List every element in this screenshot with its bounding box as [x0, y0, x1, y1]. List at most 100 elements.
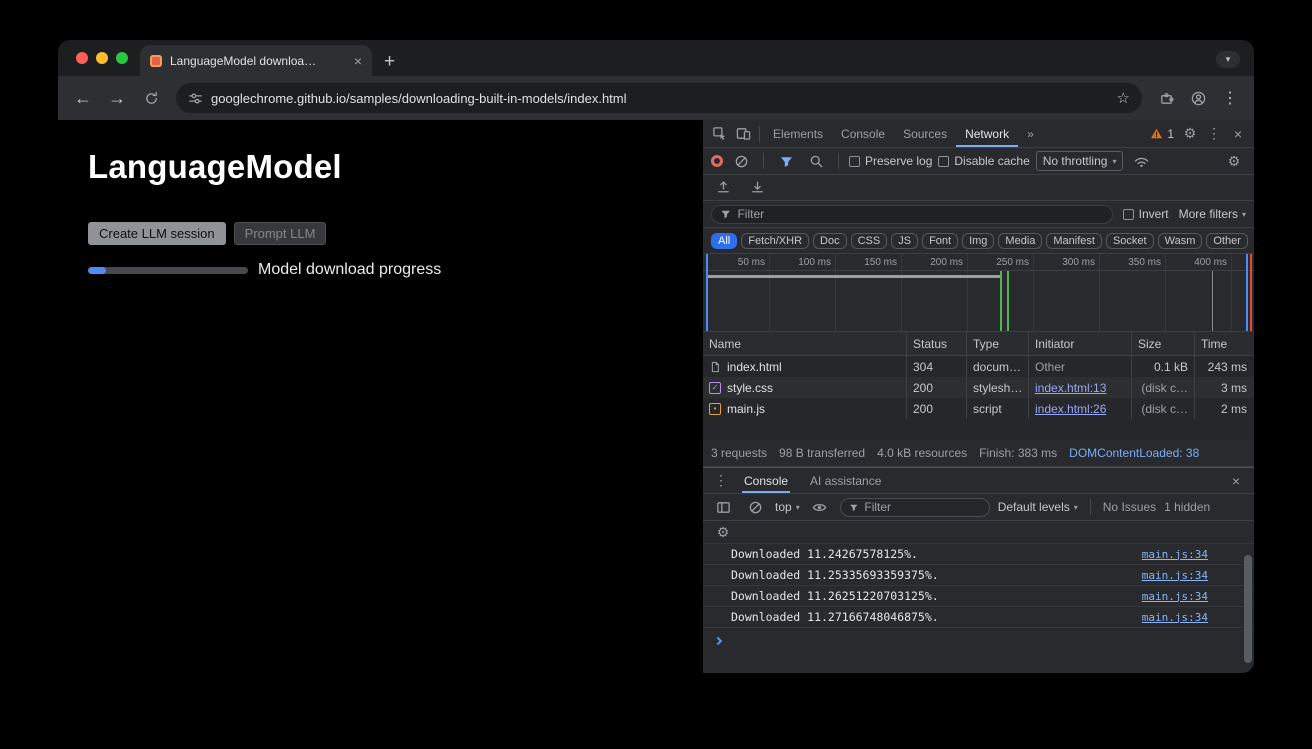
- log-levels-dropdown[interactable]: Default levels ▾: [998, 500, 1078, 514]
- console-filter-wrap[interactable]: [840, 498, 990, 517]
- timeline-cursor: [1212, 271, 1213, 331]
- table-row[interactable]: ✓ style.css 200 stylesh… index.html:13 (…: [703, 377, 1254, 398]
- column-time[interactable]: Time: [1195, 332, 1253, 355]
- message-source-link[interactable]: main.js:34: [1142, 590, 1208, 603]
- export-har-button[interactable]: [745, 176, 769, 200]
- drawer-menu-button[interactable]: ⋮: [709, 469, 733, 493]
- tab-sources[interactable]: Sources: [894, 120, 956, 147]
- console-settings-button[interactable]: ⚙: [711, 520, 735, 544]
- request-initiator-link[interactable]: index.html:26: [1035, 402, 1106, 416]
- preserve-log-checkbox[interactable]: Preserve log: [849, 154, 932, 168]
- new-tab-button[interactable]: +: [384, 52, 395, 71]
- chip-js[interactable]: JS: [891, 233, 918, 249]
- divider: [759, 126, 760, 142]
- browser-menu-button[interactable]: ⋮: [1216, 84, 1244, 112]
- console-filter-input[interactable]: [864, 500, 980, 514]
- drawer-close-button[interactable]: ×: [1224, 469, 1248, 493]
- chip-all[interactable]: All: [711, 233, 737, 249]
- browser-tab[interactable]: LanguageModel downloadpro ×: [140, 45, 372, 76]
- chip-media[interactable]: Media: [998, 233, 1042, 249]
- filter-toggle-button[interactable]: [774, 149, 798, 173]
- table-row[interactable]: • main.js 200 script index.html:26 (disk…: [703, 398, 1254, 419]
- network-overview-timeline[interactable]: 50 ms 100 ms 150 ms 200 ms 250 ms 300 ms…: [703, 254, 1254, 332]
- console-prompt[interactable]: [703, 628, 1254, 654]
- chip-doc[interactable]: Doc: [813, 233, 847, 249]
- tab-close-icon[interactable]: ×: [354, 54, 362, 68]
- dcl-time[interactable]: DOMContentLoaded: 38: [1069, 446, 1199, 460]
- console-message: Downloaded 11.24267578125%. main.js:34: [703, 544, 1254, 565]
- extensions-button[interactable]: [1152, 84, 1180, 112]
- devtools-close-button[interactable]: ×: [1226, 122, 1250, 146]
- console-sidebar-button[interactable]: [711, 495, 735, 519]
- chip-socket[interactable]: Socket: [1106, 233, 1154, 249]
- message-source-link[interactable]: main.js:34: [1142, 611, 1208, 624]
- network-filter-input-wrap[interactable]: [711, 205, 1113, 224]
- inspect-element-button[interactable]: [707, 122, 731, 146]
- back-button[interactable]: ←: [68, 83, 98, 113]
- request-name: main.js: [727, 402, 765, 416]
- console-scrollbar[interactable]: [1244, 555, 1252, 663]
- chip-css[interactable]: CSS: [851, 233, 888, 249]
- table-row[interactable]: index.html 304 docum… Other 0.1 kB 243 m…: [703, 356, 1254, 377]
- chip-other[interactable]: Other: [1206, 233, 1248, 249]
- device-toolbar-button[interactable]: [731, 122, 755, 146]
- more-filters-dropdown[interactable]: More filters ▾: [1179, 207, 1246, 221]
- disable-cache-label: Disable cache: [954, 154, 1029, 168]
- disable-cache-checkbox[interactable]: Disable cache: [938, 154, 1029, 168]
- tab-console[interactable]: Console: [832, 120, 894, 147]
- clear-console-button[interactable]: [743, 495, 767, 519]
- record-network-log-button[interactable]: [711, 155, 723, 167]
- forward-button[interactable]: →: [102, 83, 132, 113]
- column-size[interactable]: Size: [1132, 332, 1195, 355]
- tab-search-button[interactable]: ▾: [1216, 51, 1240, 68]
- prompt-chevron-icon: [714, 637, 722, 645]
- tab-network[interactable]: Network: [956, 120, 1018, 147]
- network-filter-input[interactable]: [737, 207, 1103, 221]
- network-conditions-button[interactable]: [1129, 149, 1153, 173]
- create-llm-session-button[interactable]: Create LLM session: [88, 222, 226, 245]
- reload-button[interactable]: [136, 83, 166, 113]
- column-name[interactable]: Name: [703, 332, 907, 355]
- profile-button[interactable]: [1184, 84, 1212, 112]
- network-settings-button[interactable]: ⚙: [1222, 149, 1246, 173]
- column-type[interactable]: Type: [967, 332, 1029, 355]
- network-toolbar: Preserve log Disable cache No throttling…: [703, 148, 1254, 175]
- column-initiator[interactable]: Initiator: [1029, 332, 1132, 355]
- clear-network-log-button[interactable]: [729, 149, 753, 173]
- import-har-button[interactable]: [711, 176, 735, 200]
- devtools-settings-button[interactable]: ⚙: [1178, 122, 1202, 146]
- download-icon: [750, 180, 765, 195]
- chevron-down-icon: ▾: [1074, 503, 1078, 512]
- message-source-link[interactable]: main.js:34: [1142, 569, 1208, 582]
- drawer-tab-ai-assistance[interactable]: AI assistance: [808, 468, 883, 493]
- network-search-button[interactable]: [804, 149, 828, 173]
- throttling-dropdown[interactable]: No throttling ▾: [1036, 151, 1124, 171]
- chip-fetch-xhr[interactable]: Fetch/XHR: [741, 233, 809, 249]
- chip-wasm[interactable]: Wasm: [1158, 233, 1203, 249]
- message-source-link[interactable]: main.js:34: [1142, 548, 1208, 561]
- context-selector[interactable]: top ▾: [775, 500, 800, 514]
- search-icon: [809, 154, 824, 169]
- request-initiator-link[interactable]: index.html:13: [1035, 381, 1106, 395]
- drawer-tab-console[interactable]: Console: [742, 468, 790, 493]
- chip-font[interactable]: Font: [922, 233, 958, 249]
- close-window-button[interactable]: [76, 52, 88, 64]
- column-status[interactable]: Status: [907, 332, 967, 355]
- site-controls-icon[interactable]: [188, 91, 203, 106]
- chip-img[interactable]: Img: [962, 233, 994, 249]
- bookmark-star-icon[interactable]: ☆: [1117, 89, 1130, 107]
- hidden-messages-count[interactable]: 1 hidden: [1164, 500, 1210, 514]
- address-bar[interactable]: googlechrome.github.io/samples/downloadi…: [176, 83, 1142, 113]
- minimize-window-button[interactable]: [96, 52, 108, 64]
- zoom-window-button[interactable]: [116, 52, 128, 64]
- live-expression-button[interactable]: [808, 495, 832, 519]
- issues-status[interactable]: No Issues: [1103, 500, 1156, 514]
- chip-manifest[interactable]: Manifest: [1046, 233, 1102, 249]
- more-tabs-button[interactable]: »: [1018, 120, 1043, 147]
- devtools-menu-button[interactable]: ⋮: [1202, 122, 1226, 146]
- issues-counter[interactable]: 1: [1146, 127, 1178, 141]
- invert-checkbox[interactable]: Invert: [1123, 207, 1169, 221]
- message-text: Downloaded 11.27166748046875%.: [731, 610, 939, 624]
- tab-elements[interactable]: Elements: [764, 120, 832, 147]
- gridline: [769, 254, 770, 331]
